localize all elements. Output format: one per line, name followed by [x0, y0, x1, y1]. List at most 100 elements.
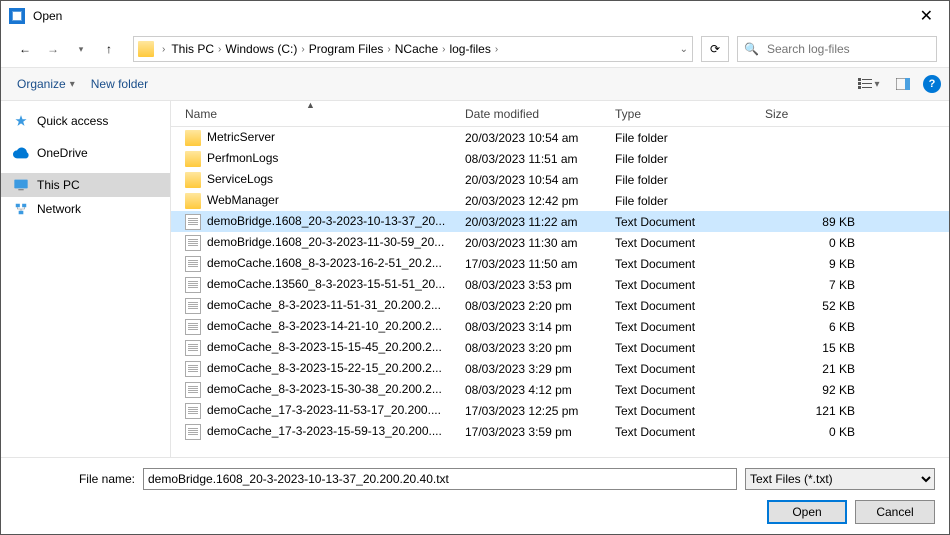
- text-file-icon: [185, 277, 201, 293]
- file-size: 89 KB: [759, 215, 879, 229]
- open-button[interactable]: Open: [767, 500, 847, 524]
- sidebar-item-this-pc[interactable]: This PC: [1, 173, 170, 197]
- file-row[interactable]: ServiceLogs20/03/2023 10:54 amFile folde…: [171, 169, 949, 190]
- file-date: 08/03/2023 3:29 pm: [459, 362, 609, 376]
- file-name: PerfmonLogs: [179, 151, 459, 167]
- chevron-right-icon[interactable]: ›: [162, 44, 165, 55]
- file-size: 0 KB: [759, 425, 879, 439]
- folder-icon: [185, 151, 201, 167]
- organize-button[interactable]: Organize ▾: [9, 73, 83, 95]
- file-row[interactable]: demoCache_17-3-2023-15-59-13_20.200....1…: [171, 421, 949, 442]
- file-size: 52 KB: [759, 299, 879, 313]
- file-name: demoCache_8-3-2023-15-30-38_20.200.2...: [179, 382, 459, 398]
- file-name: demoCache_17-3-2023-11-53-17_20.200....: [179, 403, 459, 419]
- file-date: 20/03/2023 10:54 am: [459, 131, 609, 145]
- sidebar-item-quick-access[interactable]: Quick access: [1, 109, 170, 133]
- text-file-icon: [185, 403, 201, 419]
- file-date: 20/03/2023 11:22 am: [459, 215, 609, 229]
- file-row[interactable]: demoBridge.1608_20-3-2023-10-13-37_20...…: [171, 211, 949, 232]
- file-date: 08/03/2023 3:14 pm: [459, 320, 609, 334]
- file-row[interactable]: demoCache_17-3-2023-11-53-17_20.200.... 1…: [171, 400, 949, 421]
- file-date: 08/03/2023 2:20 pm: [459, 299, 609, 313]
- chevron-right-icon[interactable]: ›: [495, 44, 498, 55]
- recent-dropdown[interactable]: ▾: [69, 37, 93, 61]
- file-row[interactable]: PerfmonLogs08/03/2023 11:51 amFile folde…: [171, 148, 949, 169]
- preview-pane-button[interactable]: [889, 72, 917, 96]
- breadcrumb-segment[interactable]: NCache: [391, 37, 442, 61]
- file-row[interactable]: MetricServer20/03/2023 10:54 amFile fold…: [171, 127, 949, 148]
- file-name: MetricServer: [179, 130, 459, 146]
- text-file-icon: [185, 382, 201, 398]
- file-type-filter[interactable]: Text Files (*.txt): [745, 468, 935, 490]
- file-name: ServiceLogs: [179, 172, 459, 188]
- file-size: 92 KB: [759, 383, 879, 397]
- breadcrumb-segment[interactable]: Windows (C:): [221, 37, 301, 61]
- column-type[interactable]: Type: [609, 107, 759, 121]
- refresh-button[interactable]: ⟳: [701, 36, 729, 62]
- new-folder-button[interactable]: New folder: [83, 73, 156, 95]
- file-date: 17/03/2023 11:50 am: [459, 257, 609, 271]
- file-row[interactable]: demoCache_8-3-2023-15-22-15_20.200.2...0…: [171, 358, 949, 379]
- file-name: demoBridge.1608_20-3-2023-11-30-59_20...: [179, 235, 459, 251]
- address-bar[interactable]: › This PC›Windows (C:)›Program Files›NCa…: [133, 36, 693, 62]
- folder-icon: [185, 130, 201, 146]
- search-box[interactable]: 🔍: [737, 36, 937, 62]
- file-type: File folder: [609, 152, 759, 166]
- sidebar-item-onedrive[interactable]: OneDrive: [1, 141, 170, 165]
- sidebar-item-label: This PC: [37, 178, 80, 192]
- file-row[interactable]: demoCache_8-3-2023-15-30-38_20.200.2...0…: [171, 379, 949, 400]
- close-button[interactable]: ✕: [912, 2, 941, 30]
- file-date: 08/03/2023 4:12 pm: [459, 383, 609, 397]
- file-type: File folder: [609, 131, 759, 145]
- file-row[interactable]: demoCache.1608_8-3-2023-16-2-51_20.2...1…: [171, 253, 949, 274]
- file-row[interactable]: demoBridge.1608_20-3-2023-11-30-59_20...…: [171, 232, 949, 253]
- sidebar-item-label: OneDrive: [37, 146, 88, 160]
- sort-indicator-icon: ▲: [306, 101, 315, 110]
- sidebar-item-network[interactable]: Network: [1, 197, 170, 221]
- breadcrumb-segment[interactable]: Program Files: [305, 37, 388, 61]
- file-size: 15 KB: [759, 341, 879, 355]
- up-button[interactable]: ↑: [97, 37, 121, 61]
- back-button[interactable]: ←: [13, 37, 37, 61]
- file-row[interactable]: demoCache_8-3-2023-14-21-10_20.200.2...0…: [171, 316, 949, 337]
- file-date: 20/03/2023 10:54 am: [459, 173, 609, 187]
- folder-icon: [185, 193, 201, 209]
- file-row[interactable]: WebManager20/03/2023 12:42 pmFile folder: [171, 190, 949, 211]
- file-date: 20/03/2023 11:30 am: [459, 236, 609, 250]
- file-row[interactable]: demoCache.13560_8-3-2023-15-51-51_20...0…: [171, 274, 949, 295]
- sidebar-item-label: Network: [37, 202, 81, 216]
- file-type: Text Document: [609, 425, 759, 439]
- file-name: demoCache_8-3-2023-15-22-15_20.200.2...: [179, 361, 459, 377]
- file-date: 08/03/2023 11:51 am: [459, 152, 609, 166]
- file-size: 0 KB: [759, 236, 879, 250]
- text-file-icon: [185, 424, 201, 440]
- help-button[interactable]: ?: [923, 75, 941, 93]
- text-file-icon: [185, 319, 201, 335]
- breadcrumb-segment[interactable]: This PC: [167, 37, 218, 61]
- column-date[interactable]: Date modified: [459, 107, 609, 121]
- forward-button[interactable]: →: [41, 37, 65, 61]
- column-name[interactable]: Name: [179, 107, 459, 121]
- file-name: demoCache_8-3-2023-15-15-45_20.200.2...: [179, 340, 459, 356]
- column-headers[interactable]: ▲ Name Date modified Type Size: [171, 101, 949, 127]
- file-type: Text Document: [609, 236, 759, 250]
- network-icon: [13, 201, 29, 217]
- file-date: 08/03/2023 3:53 pm: [459, 278, 609, 292]
- breadcrumb-segment[interactable]: log-files: [445, 37, 494, 61]
- file-row[interactable]: demoCache_8-3-2023-15-15-45_20.200.2...0…: [171, 337, 949, 358]
- sidebar-item-label: Quick access: [37, 114, 108, 128]
- star-icon: [13, 113, 29, 129]
- file-name: demoCache_8-3-2023-14-21-10_20.200.2...: [179, 319, 459, 335]
- search-input[interactable]: [765, 41, 930, 57]
- file-size: 121 KB: [759, 404, 879, 418]
- file-type: Text Document: [609, 257, 759, 271]
- view-options-button[interactable]: ▾: [855, 72, 883, 96]
- chevron-down-icon[interactable]: ⌄: [680, 44, 688, 55]
- organize-label: Organize: [17, 77, 66, 91]
- file-name: WebManager: [179, 193, 459, 209]
- cancel-button[interactable]: Cancel: [855, 500, 935, 524]
- filename-input[interactable]: [143, 468, 737, 490]
- column-size[interactable]: Size: [759, 107, 879, 121]
- file-row[interactable]: demoCache_8-3-2023-11-51-31_20.200.2...0…: [171, 295, 949, 316]
- file-type: Text Document: [609, 404, 759, 418]
